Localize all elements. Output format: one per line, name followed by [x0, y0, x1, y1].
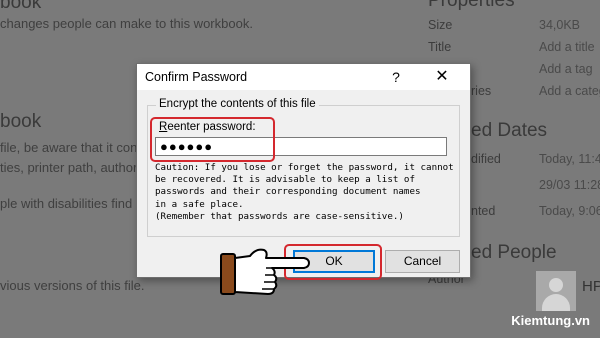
date-value-modified: Today, 11:4: [539, 152, 600, 166]
dialog-title: Confirm Password: [145, 70, 248, 84]
property-label-size: Size: [428, 18, 453, 32]
close-button[interactable]: ✕: [427, 67, 457, 87]
section-description: changes people can make to this workbook…: [0, 16, 253, 31]
section-description: file, be aware that it con: [0, 140, 138, 155]
related-people-heading: ed People: [471, 242, 557, 263]
related-dates-heading: ed Dates: [471, 120, 548, 141]
date-value-printed: Today, 9:06: [539, 204, 600, 218]
group-caption: Encrypt the contents of this file: [156, 98, 319, 110]
highlight-frame: [150, 117, 275, 162]
date-value-created: 29/03 11:28: [539, 178, 600, 192]
pointing-hand-icon: [220, 248, 310, 295]
property-label-title: Title: [428, 40, 452, 54]
date-label-modified: dified: [471, 152, 501, 166]
properties-heading: Properties: [428, 0, 515, 11]
help-button[interactable]: ?: [386, 67, 406, 87]
property-value-tags[interactable]: Add a tag: [539, 62, 593, 76]
section-heading: book: [0, 111, 42, 132]
property-value-categories[interactable]: Add a categ: [539, 84, 600, 98]
section-heading: book: [0, 0, 42, 13]
section-description: ties, printer path, author: [0, 160, 138, 175]
property-value-title[interactable]: Add a title: [539, 40, 595, 54]
caution-text: Caution: If you lose or forget the passw…: [155, 162, 454, 222]
property-value-size: 34,0KB: [539, 18, 581, 32]
author-name[interactable]: HP: [582, 278, 600, 295]
cancel-button[interactable]: Cancel: [385, 250, 460, 273]
section-description: ple with disabilities find c: [0, 196, 143, 211]
property-label-categories: ries: [471, 84, 492, 98]
user-avatar-icon: [536, 271, 576, 311]
section-description: vious versions of this file.: [0, 278, 145, 293]
watermark: Kiemtung.vn: [511, 313, 590, 328]
date-label-printed: nted: [471, 204, 496, 218]
dialog-titlebar[interactable]: Confirm Password ? ✕: [137, 64, 470, 90]
